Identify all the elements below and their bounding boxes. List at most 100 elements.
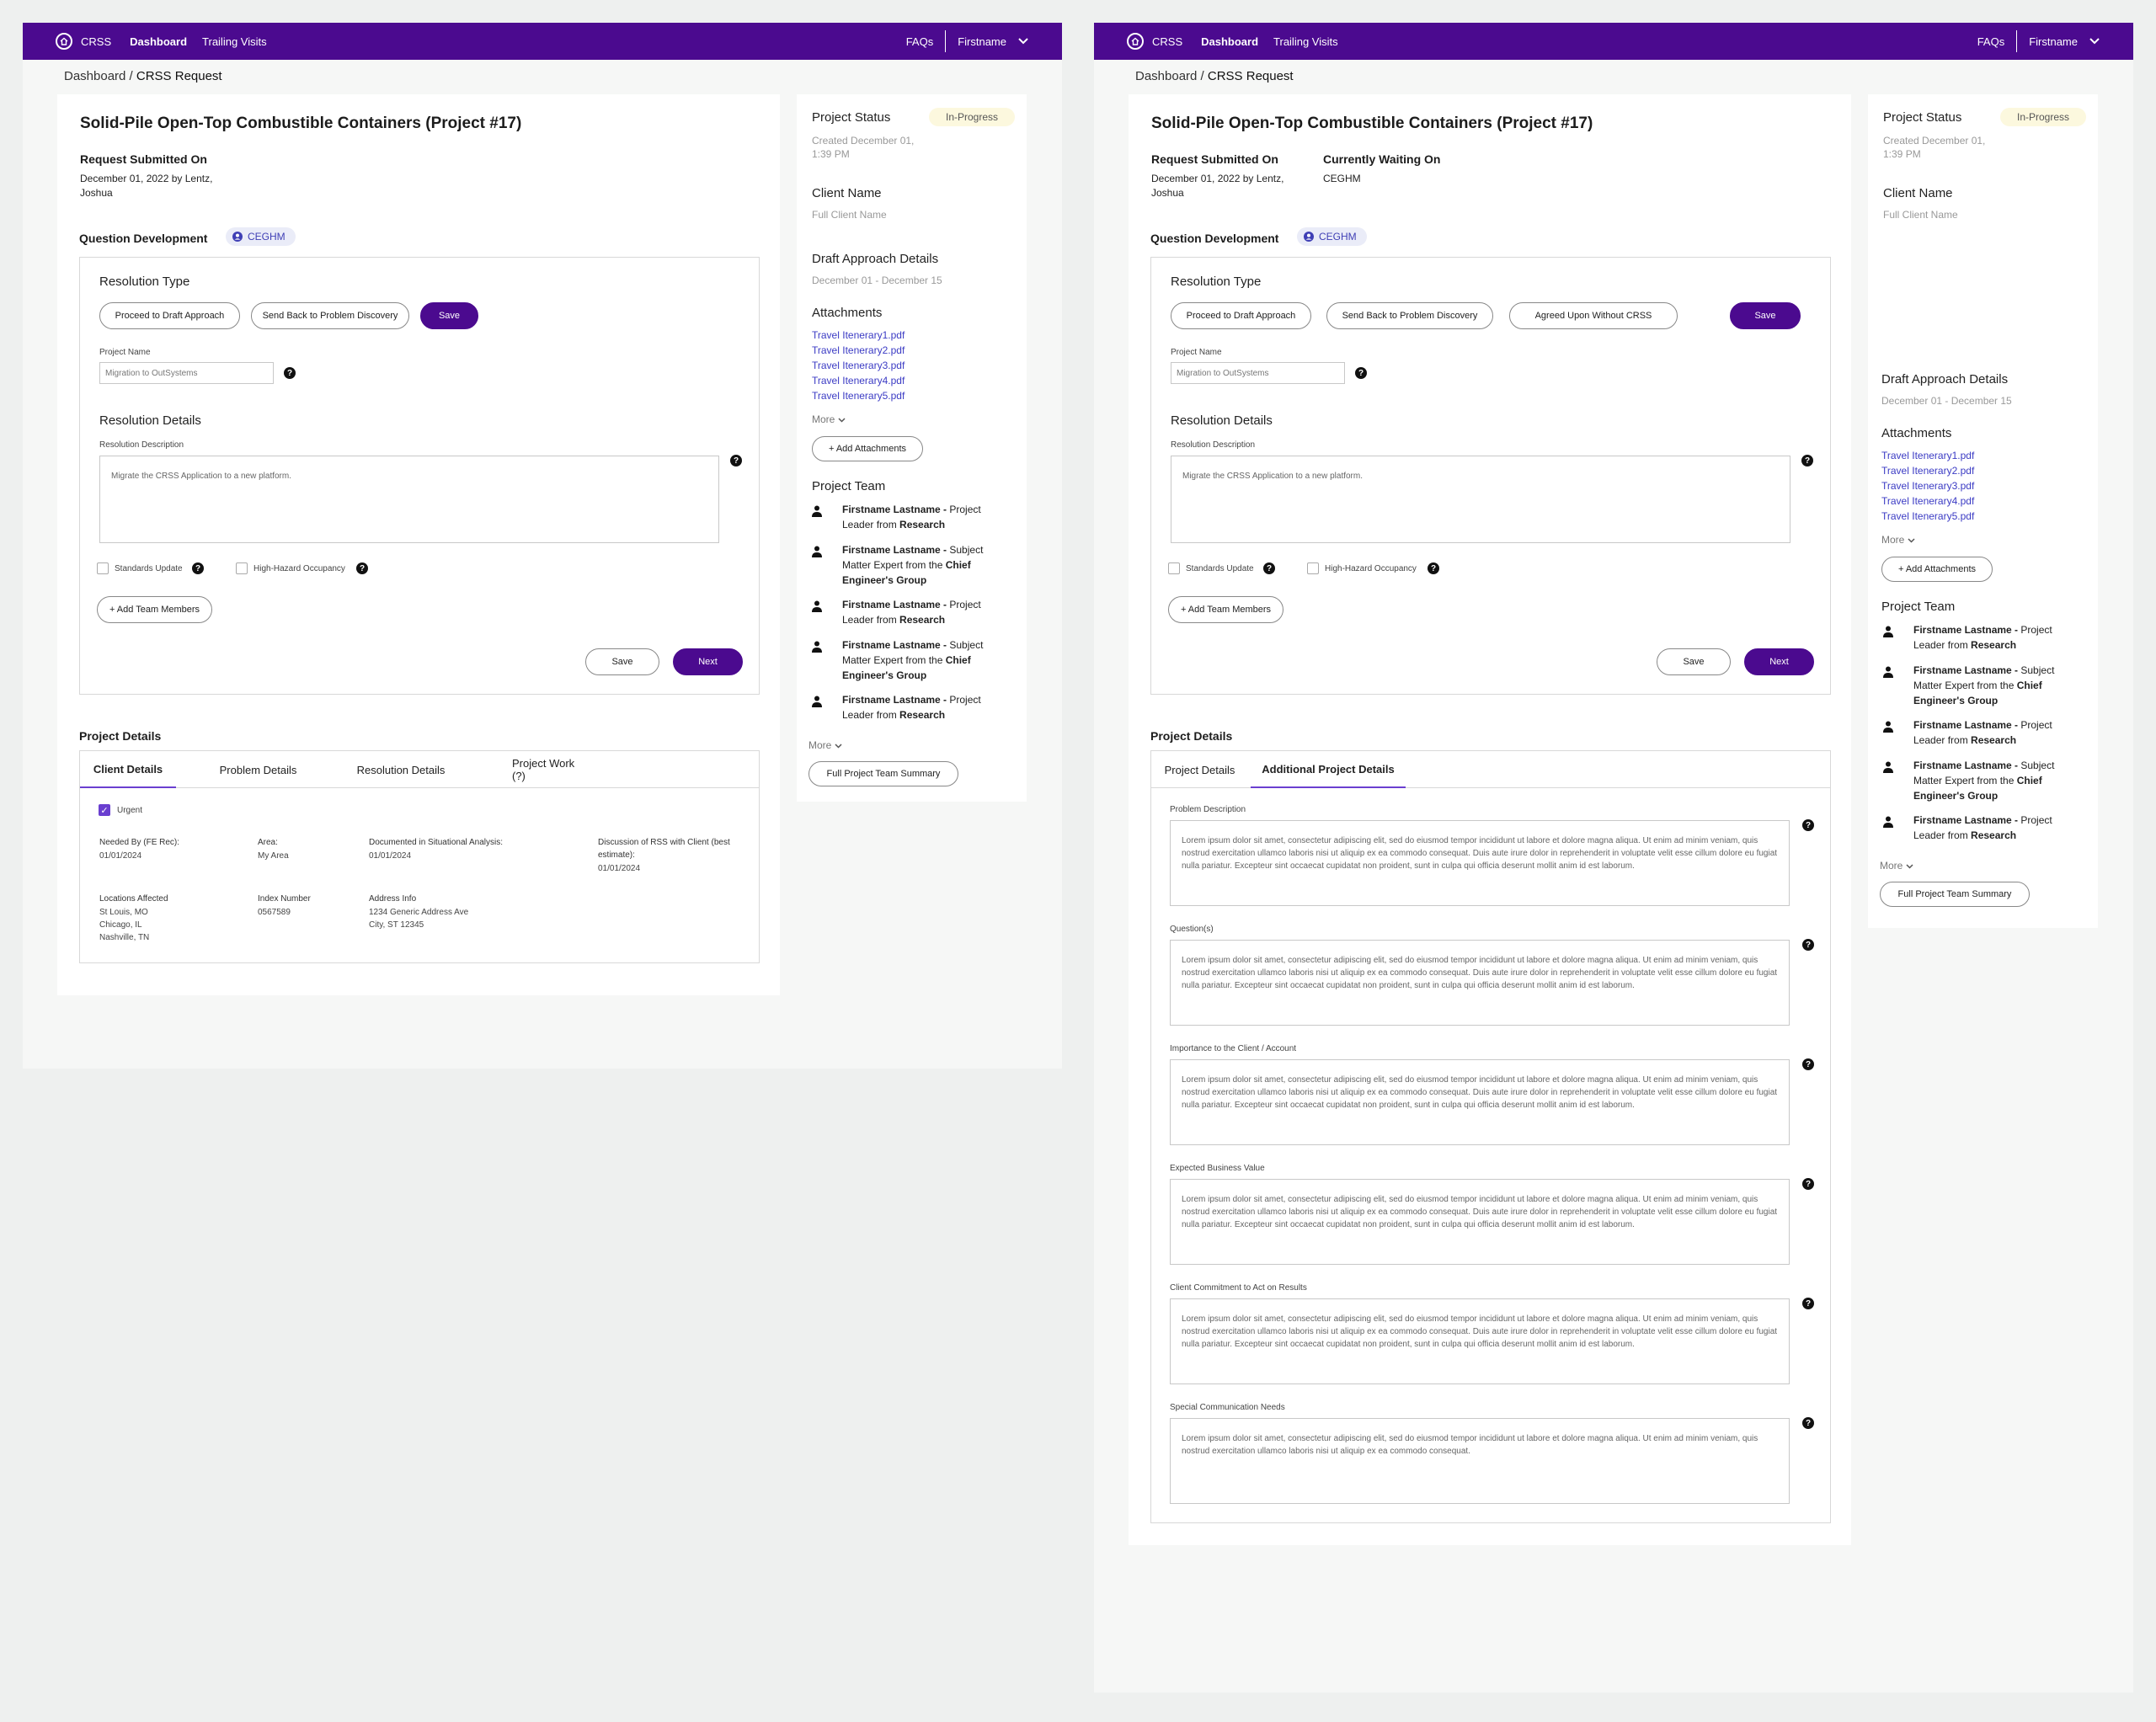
help-icon[interactable]: ?: [192, 562, 204, 574]
documented-value: 01/01/2024: [369, 851, 412, 861]
attachment-link[interactable]: Travel Itenerary3.pdf: [812, 358, 905, 373]
client-name-value: Full Client Name: [1883, 209, 1958, 221]
high-hazard-occupancy-checkbox[interactable]: [236, 562, 248, 574]
more-team-toggle[interactable]: More: [808, 739, 842, 751]
project-team-label: Project Team: [1881, 600, 1956, 614]
created-date: Created December 01, 1:39 PM: [1883, 135, 1986, 160]
user-menu[interactable]: Firstname: [2029, 35, 2100, 48]
next-button[interactable]: Next: [673, 648, 743, 675]
proceed-to-draft-approach-button[interactable]: Proceed to Draft Approach: [99, 302, 240, 329]
person-icon: [812, 505, 822, 517]
help-icon[interactable]: ?: [1802, 939, 1814, 951]
problem-description-textarea[interactable]: Lorem ipsum dolor sit amet, consectetur …: [1170, 820, 1790, 906]
tab-problem-details[interactable]: Problem Details: [219, 751, 297, 788]
save-button[interactable]: Save: [585, 648, 659, 675]
save-resolution-type-button[interactable]: Save: [420, 302, 478, 329]
more-team-toggle[interactable]: More: [1880, 860, 1913, 872]
agreed-upon-without-crss-button[interactable]: Agreed Upon Without CRSS: [1509, 302, 1678, 329]
help-icon[interactable]: ?: [1802, 1298, 1814, 1309]
full-project-team-summary-button[interactable]: Full Project Team Summary: [808, 761, 958, 786]
tab-additional-project-details[interactable]: Additional Project Details: [1251, 751, 1406, 788]
user-name: Firstname: [2029, 35, 2078, 48]
breadcrumb-root[interactable]: Dashboard /: [1135, 69, 1208, 83]
help-icon[interactable]: ?: [1263, 562, 1275, 574]
status-badge: In-Progress: [929, 108, 1015, 126]
nav-link-dashboard[interactable]: Dashboard: [130, 35, 187, 48]
help-icon[interactable]: ?: [284, 367, 296, 379]
standards-update-checkbox[interactable]: [1168, 562, 1180, 574]
assignee-badge[interactable]: CEGHM: [226, 227, 296, 246]
attachment-link[interactable]: Travel Itenerary3.pdf: [1881, 478, 1974, 493]
save-resolution-type-button[interactable]: Save: [1730, 302, 1801, 329]
add-attachments-button[interactable]: + Add Attachments: [1881, 557, 1993, 582]
help-icon[interactable]: ?: [1355, 367, 1367, 379]
project-name-input[interactable]: Migration to OutSystems: [1171, 362, 1345, 384]
location-3: Nashville, TN: [99, 933, 150, 942]
attachment-link[interactable]: Travel Itenerary5.pdf: [1881, 509, 1974, 524]
tab-project-details[interactable]: Project Details: [1151, 751, 1248, 788]
attachment-link[interactable]: Travel Itenerary2.pdf: [812, 343, 905, 358]
attachment-link[interactable]: Travel Itenerary1.pdf: [1881, 448, 1974, 463]
chevron-down-icon: [1908, 538, 1915, 543]
attachment-link[interactable]: Travel Itenerary4.pdf: [812, 373, 905, 388]
business-value-textarea[interactable]: Lorem ipsum dolor sit amet, consectetur …: [1170, 1179, 1790, 1265]
proceed-to-draft-approach-button[interactable]: Proceed to Draft Approach: [1171, 302, 1311, 329]
brand-name[interactable]: CRSS: [81, 35, 111, 48]
brand-name[interactable]: CRSS: [1152, 35, 1182, 48]
nav-link-trailing-visits[interactable]: Trailing Visits: [1273, 35, 1338, 48]
high-hazard-occupancy-checkbox[interactable]: [1307, 562, 1319, 574]
help-icon[interactable]: ?: [1428, 562, 1439, 574]
home-icon[interactable]: [56, 33, 72, 50]
help-icon[interactable]: ?: [730, 455, 742, 466]
attachment-link[interactable]: Travel Itenerary5.pdf: [812, 388, 905, 403]
help-icon[interactable]: ?: [1801, 455, 1813, 466]
field-label: Importance to the Client / Account: [1170, 1044, 1297, 1053]
resolution-description-textarea[interactable]: Migrate the CRSS Application to a new pl…: [1171, 456, 1790, 543]
assignee-badge[interactable]: CEGHM: [1297, 227, 1367, 246]
tab-resolution-details[interactable]: Resolution Details: [356, 751, 446, 788]
nav-link-faqs[interactable]: FAQs: [906, 35, 934, 48]
importance-textarea[interactable]: Lorem ipsum dolor sit amet, consectetur …: [1170, 1059, 1790, 1145]
add-attachments-button[interactable]: + Add Attachments: [812, 436, 923, 461]
more-attachments-toggle[interactable]: More: [812, 413, 846, 425]
urgent-checkbox[interactable]: ✓: [99, 804, 110, 816]
help-icon[interactable]: ?: [1802, 1178, 1814, 1190]
project-name-input[interactable]: Migration to OutSystems: [99, 362, 274, 384]
more-label: More: [1880, 860, 1903, 872]
client-commitment-textarea[interactable]: Lorem ipsum dolor sit amet, consectetur …: [1170, 1298, 1790, 1384]
status-sidebar: Project Status In-Progress Created Decem…: [1868, 94, 2098, 928]
add-team-members-button[interactable]: + Add Team Members: [97, 596, 212, 623]
next-button[interactable]: Next: [1744, 648, 1814, 675]
nav-link-faqs[interactable]: FAQs: [1977, 35, 2005, 48]
questions-textarea[interactable]: Lorem ipsum dolor sit amet, consectetur …: [1170, 940, 1790, 1026]
full-project-team-summary-button[interactable]: Full Project Team Summary: [1880, 882, 2030, 907]
tab-client-details[interactable]: Client Details: [80, 751, 176, 788]
more-label: More: [1881, 534, 1905, 546]
area-value: My Area: [258, 851, 289, 861]
send-back-to-problem-discovery-button[interactable]: Send Back to Problem Discovery: [251, 302, 409, 329]
standards-update-checkbox[interactable]: [97, 562, 109, 574]
submitted-value: December 01, 2022 by Lentz, Joshua: [80, 173, 213, 199]
project-team-label: Project Team: [812, 479, 886, 493]
send-back-to-problem-discovery-button[interactable]: Send Back to Problem Discovery: [1326, 302, 1493, 329]
user-menu[interactable]: Firstname: [958, 35, 1028, 48]
help-icon[interactable]: ?: [356, 562, 368, 574]
help-icon[interactable]: ?: [1802, 819, 1814, 831]
tab-project-work[interactable]: Project Work (?): [512, 751, 590, 788]
home-icon[interactable]: [1127, 33, 1144, 50]
resolution-description-textarea[interactable]: Migrate the CRSS Application to a new pl…: [99, 456, 719, 543]
attachment-link[interactable]: Travel Itenerary1.pdf: [812, 328, 905, 343]
nav-link-dashboard[interactable]: Dashboard: [1201, 35, 1258, 48]
nav-link-trailing-visits[interactable]: Trailing Visits: [202, 35, 267, 48]
more-attachments-toggle[interactable]: More: [1881, 534, 1915, 546]
member-group: Research: [1971, 829, 2017, 841]
attachment-link[interactable]: Travel Itenerary4.pdf: [1881, 493, 1974, 509]
breadcrumb-root[interactable]: Dashboard /: [64, 69, 136, 83]
save-button[interactable]: Save: [1657, 648, 1731, 675]
add-team-members-button[interactable]: + Add Team Members: [1168, 596, 1283, 623]
help-icon[interactable]: ?: [1802, 1058, 1814, 1070]
member-name: Firstname Lastname -: [1913, 624, 2019, 636]
attachment-link[interactable]: Travel Itenerary2.pdf: [1881, 463, 1974, 478]
help-icon[interactable]: ?: [1802, 1417, 1814, 1429]
communication-needs-textarea[interactable]: Lorem ipsum dolor sit amet, consectetur …: [1170, 1418, 1790, 1504]
